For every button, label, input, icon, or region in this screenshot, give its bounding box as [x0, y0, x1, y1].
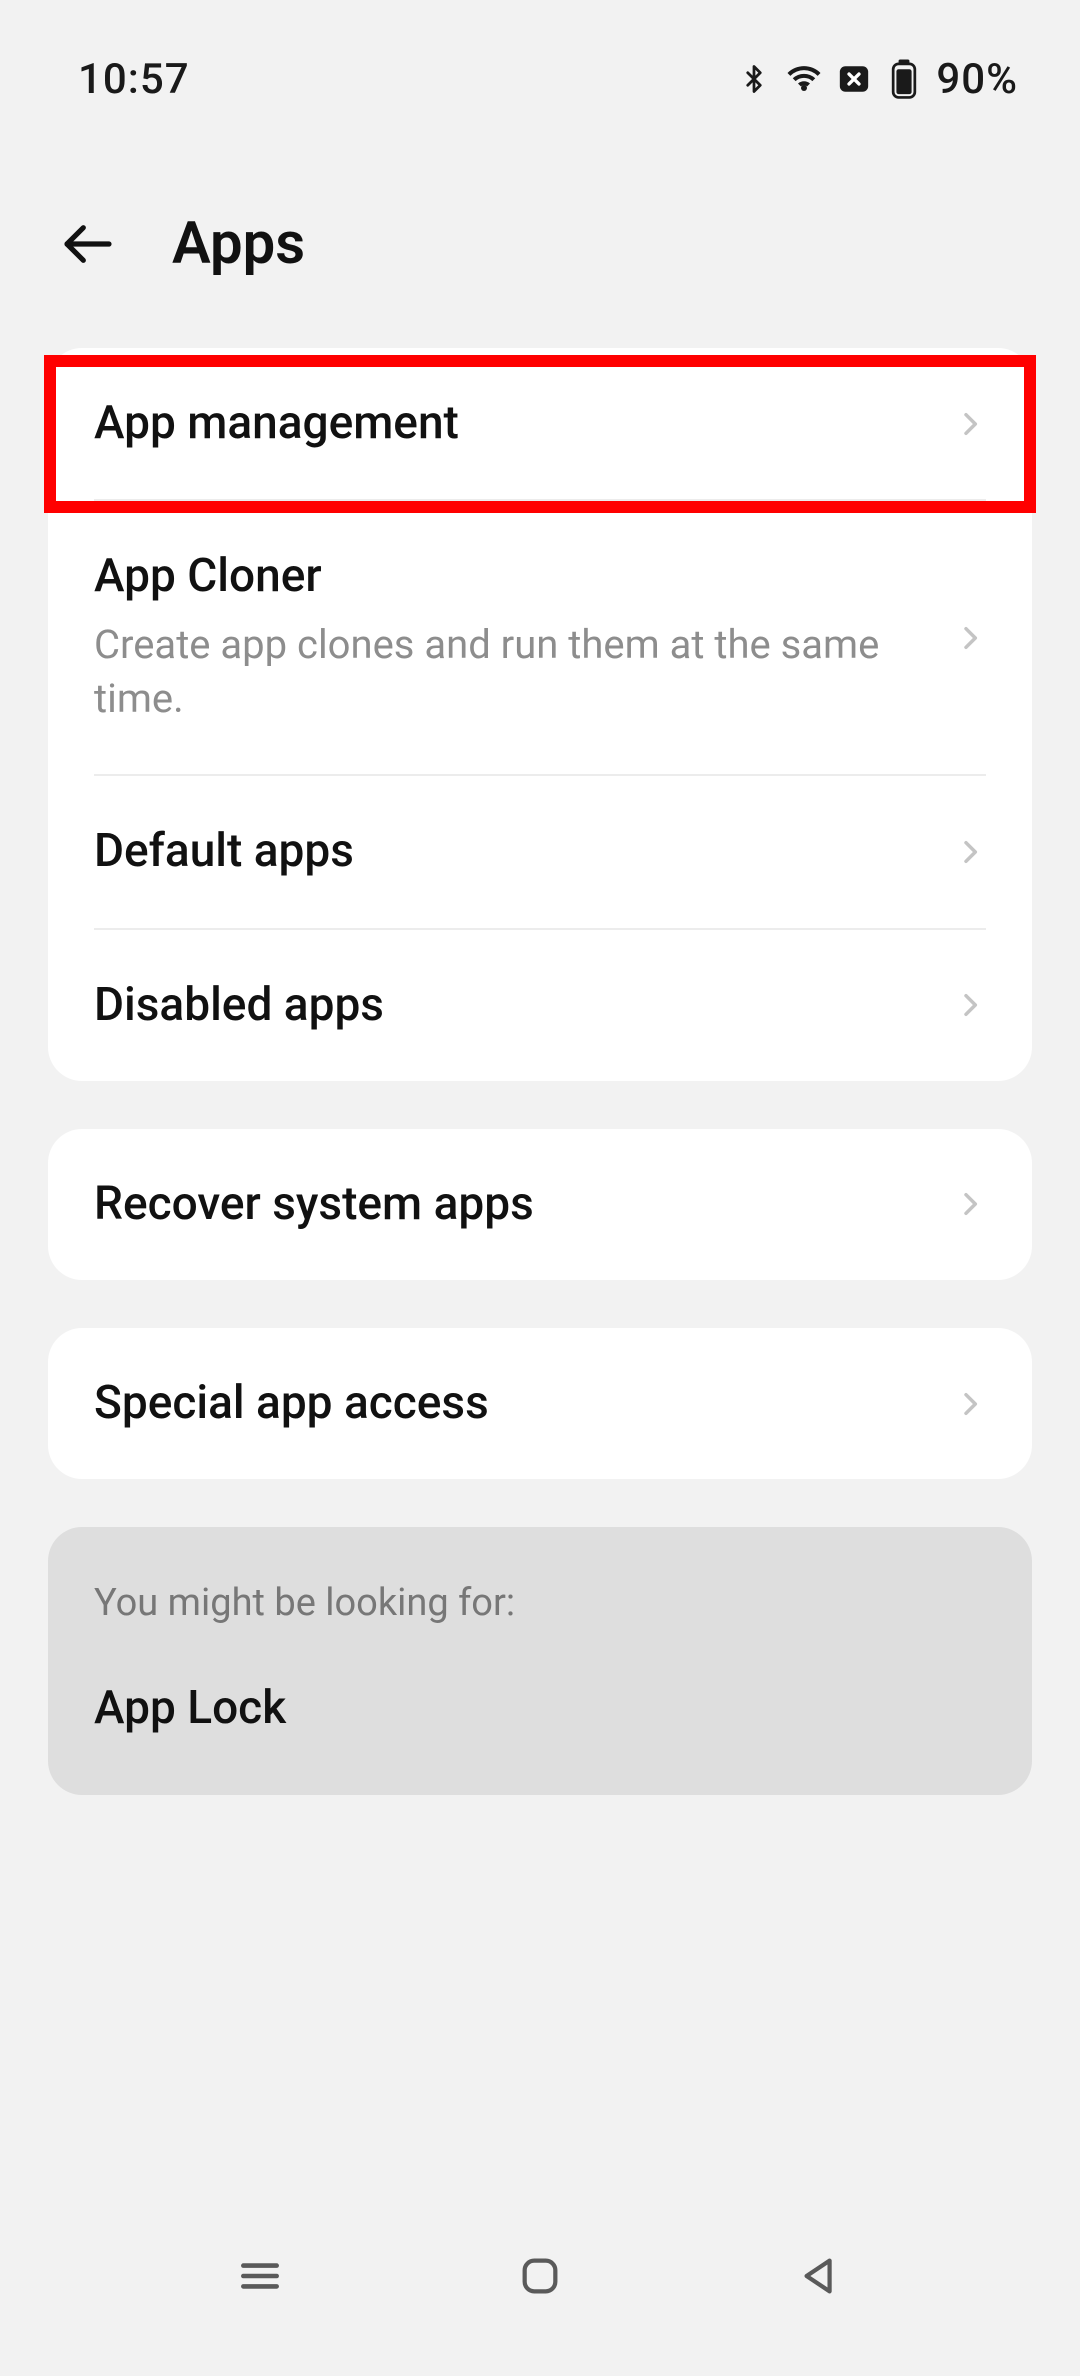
chevron-right-icon — [954, 828, 986, 876]
status-right: 90% — [736, 55, 1018, 104]
row-title: App management — [94, 396, 930, 451]
wifi-icon — [786, 61, 822, 97]
bluetooth-icon — [736, 61, 772, 97]
row-title: App Cloner — [94, 549, 930, 604]
battery-icon — [886, 61, 922, 97]
chevron-right-icon — [954, 1380, 986, 1428]
row-title: Recover system apps — [94, 1177, 930, 1232]
nav-back-button[interactable] — [790, 2246, 850, 2306]
status-bar: 10:57 9 — [0, 0, 1080, 120]
chevron-right-icon — [954, 981, 986, 1029]
row-disabled-apps[interactable]: Disabled apps — [48, 930, 1032, 1081]
chevron-right-icon — [954, 400, 986, 448]
page-title: Apps — [172, 210, 305, 278]
suggestion-item-app-lock[interactable]: App Lock — [94, 1681, 986, 1735]
status-time: 10:57 — [78, 55, 190, 104]
settings-group-3: Special app access — [48, 1328, 1032, 1479]
row-title: Special app access — [94, 1376, 930, 1431]
row-special-app-access[interactable]: Special app access — [48, 1328, 1032, 1479]
nav-recents-button[interactable] — [230, 2246, 290, 2306]
row-app-cloner[interactable]: App Cloner Create app clones and run the… — [48, 501, 1032, 774]
row-default-apps[interactable]: Default apps — [48, 776, 1032, 927]
page-header: Apps — [0, 120, 1080, 348]
row-recover-system-apps[interactable]: Recover system apps — [48, 1129, 1032, 1280]
row-title: Disabled apps — [94, 978, 930, 1033]
nav-home-button[interactable] — [510, 2246, 570, 2306]
battery-percent: 90% — [936, 55, 1018, 104]
row-app-management[interactable]: App management — [48, 348, 1032, 499]
suggestion-card: You might be looking for: App Lock — [48, 1527, 1032, 1795]
chevron-right-icon — [954, 614, 986, 662]
settings-group-2: Recover system apps — [48, 1129, 1032, 1280]
back-button[interactable] — [60, 216, 116, 272]
suggestion-hint: You might be looking for: — [94, 1581, 986, 1625]
row-subtitle: Create app clones and run them at the sa… — [94, 618, 930, 726]
settings-group-1: App management App Cloner Create app clo… — [48, 348, 1032, 1081]
row-title: Default apps — [94, 824, 930, 879]
close-box-icon — [836, 61, 872, 97]
suggestion-title: App Lock — [94, 1681, 986, 1735]
navigation-bar — [0, 2216, 1080, 2376]
chevron-right-icon — [954, 1180, 986, 1228]
